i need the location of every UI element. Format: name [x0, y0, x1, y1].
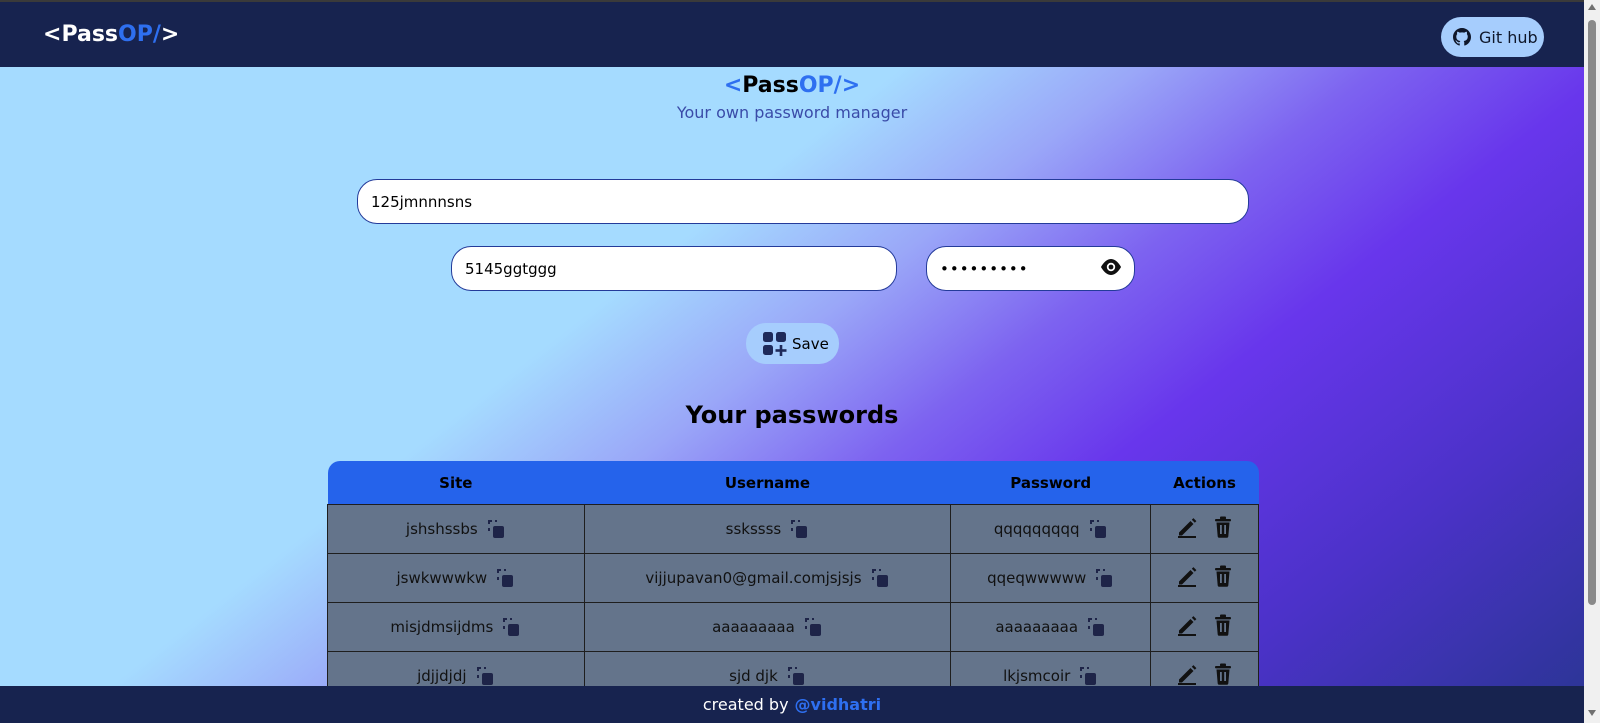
- add-grid-icon: [763, 331, 787, 356]
- copy-icon[interactable]: [486, 518, 506, 540]
- password-text: aaaaaaaaa: [995, 618, 1079, 636]
- save-label: Save: [792, 334, 829, 353]
- scroll-up-arrow[interactable]: [1588, 4, 1596, 10]
- page-subtitle: Your own password manager: [676, 103, 908, 122]
- username-text: vijjupavan0@gmail.comjsjsjs: [645, 569, 862, 587]
- passwords-table: Site Username Password Actions jshshssbs…: [327, 461, 1259, 686]
- cell-site: jdjjdjdj: [327, 651, 585, 686]
- copy-icon[interactable]: [501, 616, 521, 638]
- title-gt: >: [841, 73, 861, 98]
- copy-icon[interactable]: [1088, 518, 1108, 540]
- edit-icon[interactable]: [1175, 515, 1199, 539]
- table-row: jshshssbs sskssss qqqqqqqqq: [327, 504, 1259, 554]
- copy-icon[interactable]: [1086, 616, 1106, 638]
- delete-icon[interactable]: [1211, 515, 1235, 539]
- edit-icon[interactable]: [1175, 613, 1199, 637]
- cell-username: aaaaaaaaa: [583, 602, 952, 652]
- password-text: qqeqwwwww: [987, 569, 1087, 587]
- delete-icon[interactable]: [1211, 613, 1235, 637]
- github-label: Git hub: [1479, 27, 1538, 47]
- table-row: misjdmsijdms aaaaaaaaa aaaaaaaaa: [327, 602, 1259, 652]
- copy-icon[interactable]: [1078, 665, 1098, 686]
- save-button[interactable]: Save: [746, 323, 839, 364]
- cell-actions: [1150, 651, 1259, 686]
- logo-lt: <: [43, 22, 62, 47]
- site-text: misjdmsijdms: [390, 618, 494, 636]
- cell-site: misjdmsijdms: [327, 602, 585, 652]
- cell-password: qqqqqqqqq: [950, 504, 1152, 554]
- github-button[interactable]: Git hub: [1441, 17, 1544, 57]
- table-row: jdjjdjdj sjd djk lkjsmcoir: [327, 651, 1259, 686]
- header-actions: Actions: [1150, 461, 1259, 505]
- edit-icon[interactable]: [1175, 564, 1199, 588]
- cell-username: sskssss: [583, 504, 952, 554]
- header-password: Password: [950, 461, 1151, 505]
- copy-icon[interactable]: [475, 665, 495, 686]
- cell-actions: [1150, 602, 1259, 652]
- main-content: <PassOP/> Your own password manager Save…: [0, 67, 1584, 686]
- copy-icon[interactable]: [870, 567, 890, 589]
- password-field: [926, 246, 1135, 291]
- footer-prefix: created by: [702, 695, 789, 714]
- footer: created by @vidhatri: [0, 686, 1584, 723]
- passwords-heading: Your passwords: [685, 401, 899, 429]
- password-text: lkjsmcoir: [1003, 667, 1071, 685]
- cell-password: aaaaaaaaa: [950, 602, 1152, 652]
- password-text: qqqqqqqqq: [993, 520, 1080, 538]
- table-header-row: Site Username Password Actions: [327, 461, 1259, 505]
- cell-site: jshshssbs: [327, 504, 585, 554]
- github-icon: [1453, 28, 1471, 46]
- footer-author-link[interactable]: @vidhatri: [795, 695, 882, 714]
- cell-password: lkjsmcoir: [950, 651, 1152, 686]
- scroll-down-arrow[interactable]: [1588, 710, 1596, 716]
- copy-icon[interactable]: [789, 518, 809, 540]
- app-logo[interactable]: <PassOP/>: [43, 22, 179, 47]
- copy-icon[interactable]: [495, 567, 515, 589]
- edit-icon[interactable]: [1175, 662, 1199, 686]
- username-text: aaaaaaaaa: [712, 618, 795, 636]
- cell-actions: [1150, 504, 1259, 554]
- page-title: <PassOP/>: [0, 73, 1584, 98]
- copy-icon[interactable]: [803, 616, 823, 638]
- copy-icon[interactable]: [1094, 567, 1114, 589]
- navbar: <PassOP/> Git hub: [0, 0, 1584, 67]
- logo-op: OP/: [118, 22, 161, 47]
- title-lt: <: [723, 73, 743, 98]
- delete-icon[interactable]: [1211, 564, 1235, 588]
- table-row: jswkwwwkw vijjupavan0@gmail.comjsjsjs qqeq…: [327, 553, 1259, 603]
- header-site: Site: [327, 461, 585, 505]
- title-pass: Pass: [742, 73, 799, 98]
- site-text: jdjjdjdj: [417, 667, 467, 685]
- site-text: jshshssbs: [405, 520, 478, 538]
- username-text: sjd djk: [729, 667, 778, 685]
- header-username: Username: [584, 461, 951, 505]
- scrollbar-thumb[interactable]: [1588, 20, 1596, 605]
- logo-gt: >: [160, 22, 180, 47]
- cell-password: qqeqwwwww: [950, 553, 1152, 603]
- cell-username: vijjupavan0@gmail.comjsjsjs: [583, 553, 952, 603]
- eye-icon[interactable]: [1099, 257, 1123, 277]
- title-op: OP/: [798, 73, 842, 98]
- site-text: jswkwwwkw: [396, 569, 488, 587]
- logo-pass: Pass: [61, 22, 119, 47]
- cell-actions: [1150, 553, 1259, 603]
- username-input[interactable]: [451, 246, 897, 291]
- cell-username: sjd djk: [583, 651, 952, 686]
- cell-site: jswkwwwkw: [327, 553, 585, 603]
- site-url-input[interactable]: [357, 179, 1249, 224]
- copy-icon[interactable]: [786, 665, 806, 686]
- username-text: sskssss: [725, 520, 782, 538]
- delete-icon[interactable]: [1211, 662, 1235, 686]
